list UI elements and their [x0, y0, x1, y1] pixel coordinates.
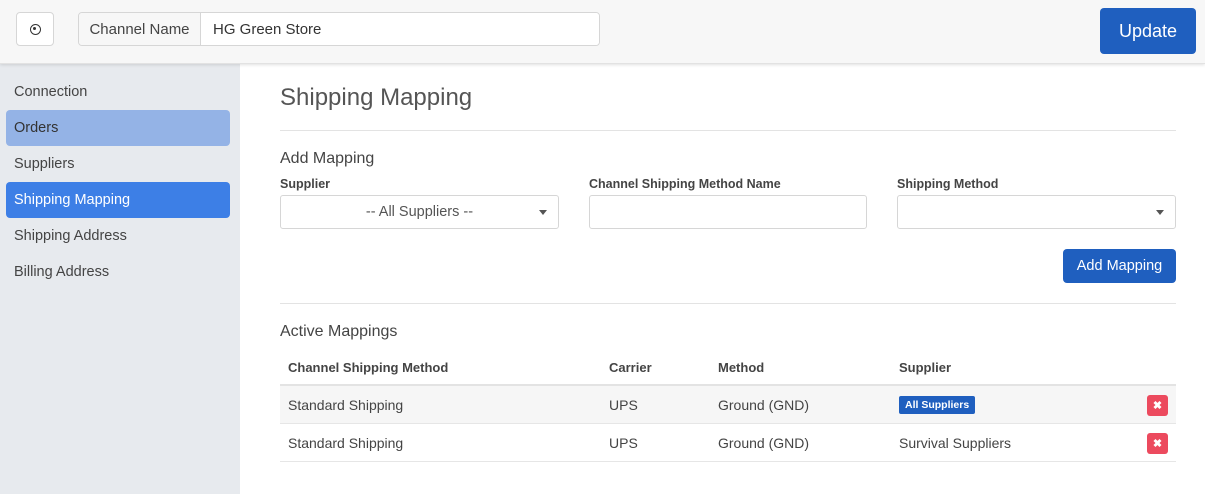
supplier-cell: All Suppliers [899, 386, 976, 423]
table-row: Standard Shipping UPS Ground (GND) Survi… [280, 424, 1176, 462]
close-icon: ✖ [1152, 438, 1163, 450]
channel-name-label: Channel Name [79, 13, 201, 45]
column-header: Carrier [609, 359, 652, 375]
supplier-cell: Survival Suppliers [899, 434, 1012, 451]
channel-name-group: Channel Name [78, 12, 600, 46]
shipping-method-select[interactable] [897, 195, 1176, 229]
sidebar: Connection Orders Suppliers Shipping Map… [0, 64, 240, 494]
mappings-table: Channel Shipping Method Carrier Method S… [280, 350, 1176, 462]
add-mapping-button[interactable]: Add Mapping [1063, 249, 1176, 283]
table-row: Standard Shipping UPS Ground (GND) All S… [280, 386, 1176, 424]
channel-method-cell: Standard Shipping [288, 434, 404, 451]
column-header: Method [718, 359, 765, 375]
page-title: Shipping Mapping [280, 84, 473, 111]
channel-method-input[interactable] [589, 195, 867, 229]
method-cell: Ground (GND) [718, 396, 810, 413]
add-mapping-heading: Add Mapping [280, 150, 375, 167]
caret-down-icon [1156, 210, 1164, 215]
active-mappings-heading: Active Mappings [280, 323, 398, 340]
supplier-select-value: -- All Suppliers -- [365, 204, 474, 220]
channel-method-label: Channel Shipping Method Name [589, 177, 781, 191]
channel-name-input[interactable] [201, 13, 599, 45]
sidebar-item-orders[interactable]: Orders [6, 110, 230, 146]
supplier-select[interactable]: -- All Suppliers -- [280, 195, 559, 229]
delete-mapping-button[interactable]: ✖ [1147, 395, 1168, 416]
top-bar: Channel Name Update [0, 0, 1205, 64]
sidebar-item-suppliers[interactable]: Suppliers [6, 146, 230, 182]
carrier-cell: UPS [609, 434, 638, 451]
update-button[interactable]: Update [1100, 8, 1196, 54]
supplier-badge: All Suppliers [899, 395, 976, 414]
column-header: Supplier [899, 359, 952, 375]
method-cell: Ground (GND) [718, 434, 810, 451]
close-icon: ✖ [1152, 400, 1163, 412]
sidebar-item-shipping-address[interactable]: Shipping Address [6, 218, 230, 254]
main-content: Shipping Mapping Add Mapping Supplier Ch… [240, 64, 1205, 494]
sidebar-item-connection[interactable]: Connection [6, 74, 230, 110]
shipping-method-label: Shipping Method [897, 177, 999, 191]
sidebar-item-shipping-mapping[interactable]: Shipping Mapping [6, 182, 230, 218]
circle-dot-icon [29, 23, 41, 35]
channel-method-cell: Standard Shipping [288, 396, 404, 413]
back-button[interactable] [16, 12, 54, 46]
divider [280, 303, 1176, 304]
delete-mapping-button[interactable]: ✖ [1147, 433, 1168, 454]
column-header: Channel Shipping Method [288, 359, 449, 375]
table-header-row: Channel Shipping Method Carrier Method S… [280, 350, 1176, 386]
carrier-cell: UPS [609, 396, 638, 413]
supplier-label: Supplier [280, 177, 331, 191]
sidebar-item-billing-address[interactable]: Billing Address [6, 254, 230, 290]
divider [280, 130, 1176, 131]
caret-down-icon [539, 210, 547, 215]
